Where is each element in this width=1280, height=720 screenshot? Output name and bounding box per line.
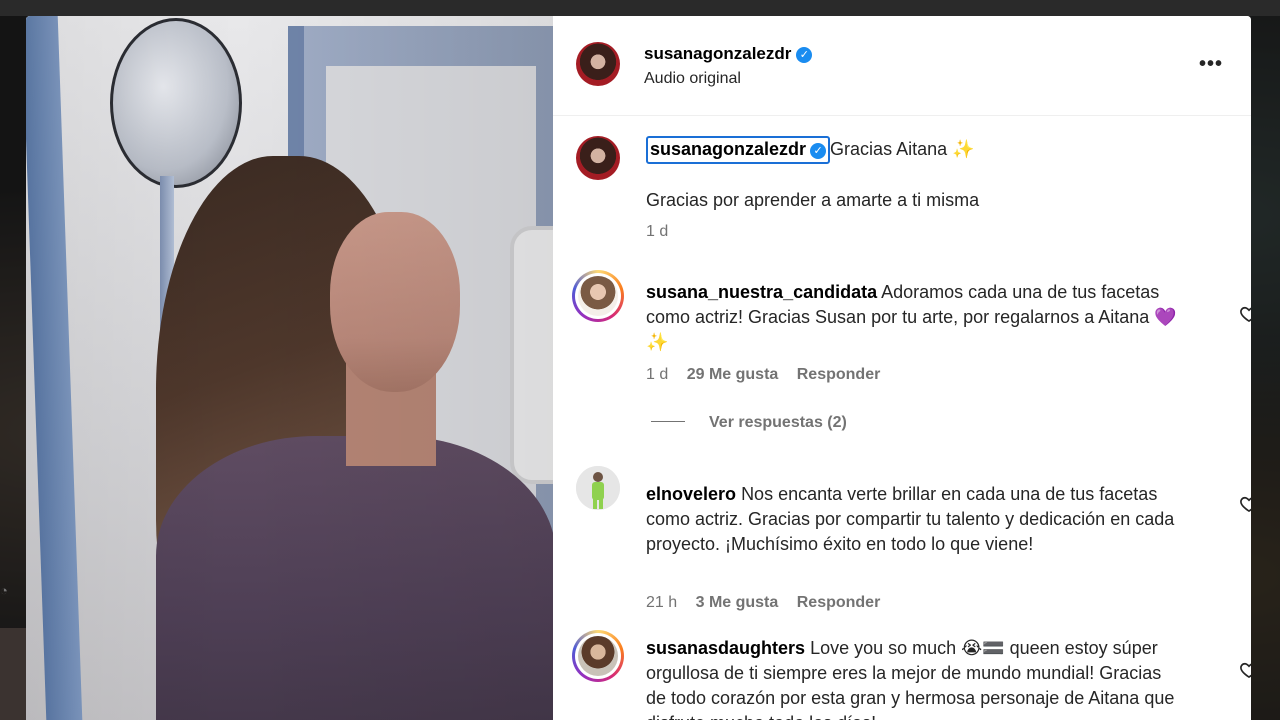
post-video[interactable] <box>26 16 553 720</box>
commenter-avatar[interactable] <box>576 466 620 510</box>
heart-icon[interactable] <box>1239 494 1251 514</box>
comment-username[interactable]: susana_nuestra_candidata <box>646 282 877 302</box>
view-replies-button[interactable]: Ver respuestas (2) <box>651 414 847 432</box>
comment-text: susanasdaughters Love you so much 😭🟰 que… <box>646 636 1186 720</box>
post-modal: susanagonzalezdr ✓ Audio original ••• sus… <box>26 16 1251 720</box>
backdrop-feed-tile <box>0 628 26 720</box>
caption-title: Gracias Aitana ✨ <box>830 139 975 159</box>
caption-text: Gracias por aprender a amarte a ti misma <box>646 190 980 210</box>
comment-likes[interactable]: 3 Me gusta <box>696 594 779 611</box>
comment-text: elnovelero Nos encanta verte brillar en … <box>646 482 1186 557</box>
author-avatar[interactable] <box>576 42 620 86</box>
comment-time[interactable]: 21 h <box>646 594 677 611</box>
caption-title-line: susanagonzalezdr ✓ Gracias Aitana ✨ <box>646 136 975 164</box>
comment-meta: 21 h 3 Me gusta Responder <box>646 594 894 612</box>
reply-button[interactable]: Responder <box>797 594 881 611</box>
comment-likes[interactable]: 29 Me gusta <box>687 366 779 383</box>
commenter-avatar[interactable] <box>572 270 624 322</box>
comment-text: susana_nuestra_candidata Adoramos cada u… <box>646 280 1186 355</box>
backdrop-icon: ◔ <box>0 583 8 598</box>
commenter-avatar[interactable] <box>572 630 624 682</box>
comment-username[interactable]: susanasdaughters <box>646 638 805 658</box>
post-header: susanagonzalezdr ✓ Audio original ••• <box>553 16 1251 116</box>
backdrop-feed-tiles <box>0 0 1280 16</box>
audio-link[interactable]: Audio original <box>644 70 741 88</box>
verified-badge-icon: ✓ <box>810 143 827 159</box>
verified-badge-icon: ✓ <box>796 47 813 63</box>
reply-button[interactable]: Responder <box>797 366 881 383</box>
heart-icon[interactable] <box>1239 660 1251 680</box>
heart-icon[interactable] <box>1239 304 1251 324</box>
more-options-icon[interactable]: ••• <box>1193 52 1229 76</box>
comment-meta: 1 d 29 Me gusta Responder <box>646 366 894 384</box>
author-username[interactable]: susanagonzalezdr ✓ <box>644 44 813 64</box>
comment-time[interactable]: 1 d <box>646 366 668 383</box>
comments-panel: susanagonzalezdr ✓ Audio original ••• sus… <box>553 16 1251 720</box>
caption-author-avatar[interactable] <box>576 136 620 180</box>
comment-username[interactable]: elnovelero <box>646 484 736 504</box>
caption-timestamp[interactable]: 1 d <box>646 223 668 241</box>
caption-username[interactable]: susanagonzalezdr ✓ <box>646 136 831 164</box>
